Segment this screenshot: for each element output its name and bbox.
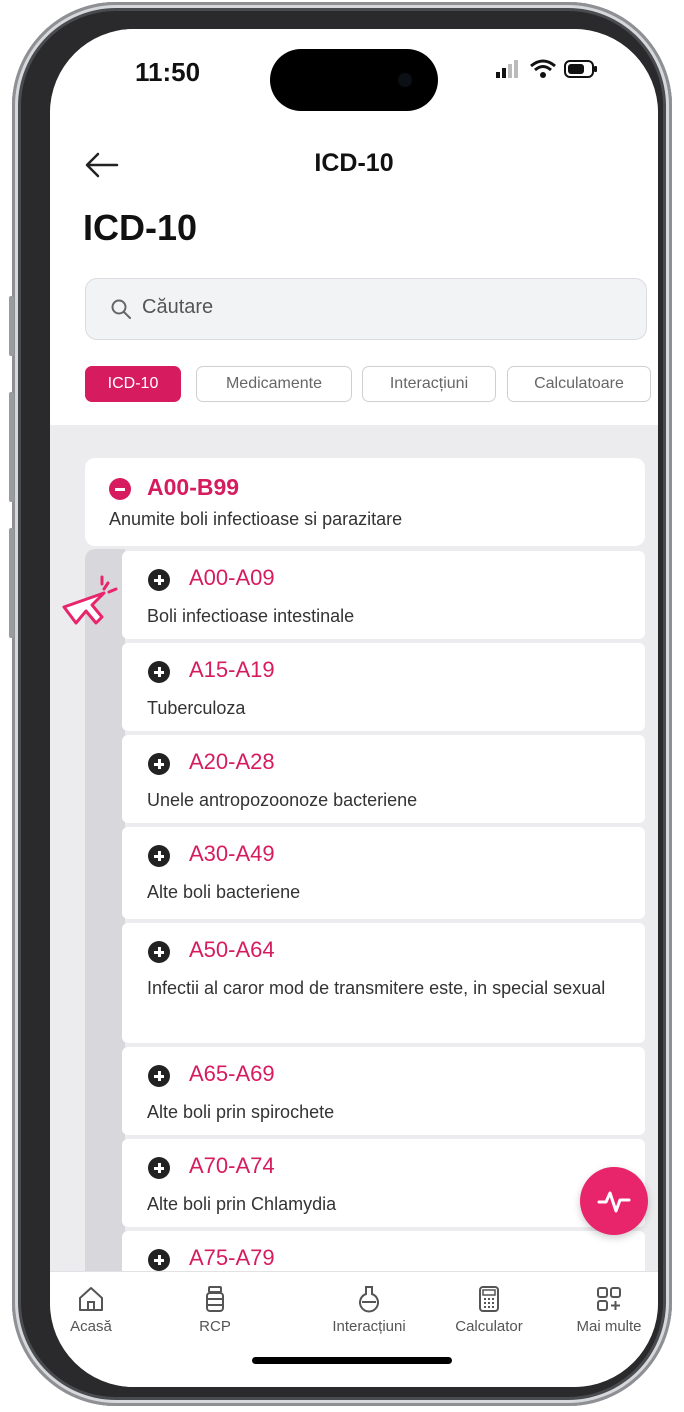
nesting-indicator (85, 549, 125, 1271)
tab-label: Interacțiuni (332, 1318, 406, 1335)
status-icons (496, 59, 598, 79)
pointer-cursor-icon (62, 575, 118, 625)
list-item[interactable]: A00-A09 Boli infectioase intestinale (122, 551, 645, 639)
pill-bottle-icon (206, 1286, 224, 1312)
collapse-icon[interactable] (109, 478, 131, 500)
item-code: A00-A09 (189, 565, 275, 590)
camera-icon (398, 73, 412, 87)
search-input[interactable]: Căutare (85, 278, 647, 340)
group-header[interactable]: A00-B99 Anumite boli infectioase si para… (85, 458, 645, 546)
item-description: Boli infectioase intestinale (147, 606, 355, 626)
list-item[interactable]: A15-A19 Tuberculoza (122, 643, 645, 731)
pulse-fab-button[interactable] (580, 1167, 648, 1235)
expand-icon[interactable] (148, 941, 170, 963)
item-description: Unele antropozoonoze bacteriene (147, 790, 418, 810)
dynamic-island (270, 49, 438, 111)
item-description: Infectii al caror mod de transmitere est… (147, 978, 606, 998)
item-code: A30-A49 (189, 841, 275, 866)
item-description: Alte boli prin Chlamydia (147, 1194, 337, 1214)
tab-label: Acasă (70, 1318, 112, 1335)
item-description: Alte boli bacteriene (147, 882, 301, 902)
home-icon (79, 1287, 103, 1311)
nav-title: ICD-10 (314, 149, 394, 177)
expand-icon[interactable] (148, 1065, 170, 1087)
item-code: A50-A64 (189, 937, 275, 962)
tab-calculator[interactable]: Calculator (434, 1284, 544, 1335)
tab-interactiuni[interactable]: Interacțiuni (314, 1284, 424, 1335)
home-indicator (252, 1357, 452, 1364)
list-item[interactable]: A70-A74 Alte boli prin Chlamydia (122, 1139, 645, 1227)
volume-down-button (9, 528, 14, 638)
item-code: A15-A19 (189, 657, 275, 682)
tab-rcp[interactable]: RCP (160, 1284, 270, 1335)
item-description: Alte boli prin spirochete (147, 1102, 335, 1122)
group-code: A00-B99 (147, 474, 240, 500)
group-description: Anumite boli infectioase si parazitare (109, 509, 403, 529)
icd-list: A00-B99 Anumite boli infectioase si para… (50, 425, 658, 1291)
battery-icon (564, 60, 597, 78)
item-code: A75-A79 (189, 1245, 275, 1270)
volume-up-button (9, 392, 14, 502)
expand-icon[interactable] (148, 661, 170, 683)
expand-icon[interactable] (148, 1249, 170, 1271)
page-title: ICD-10 (83, 207, 198, 248)
list-item[interactable]: A65-A69 Alte boli prin spirochete (122, 1047, 645, 1135)
list-item[interactable]: A20-A28 Unele antropozoonoze bacteriene (122, 735, 645, 823)
search-placeholder: Căutare (142, 296, 214, 318)
phone-frame: 11:50 ICD-10 ICD-10 Căutare ICD-10 Medic… (12, 2, 672, 1406)
expand-icon[interactable] (148, 569, 170, 591)
wifi-icon (530, 59, 556, 78)
header-area: 11:50 ICD-10 ICD-10 Căutare ICD-10 Medic… (50, 29, 658, 425)
calculator-icon (479, 1286, 499, 1312)
tab-label: Mai multe (576, 1318, 642, 1335)
item-description: Tuberculoza (147, 698, 246, 718)
grid-plus-icon (597, 1287, 621, 1311)
signal-icon (496, 60, 518, 78)
tab-acasa[interactable]: Acasă (50, 1284, 146, 1335)
pulse-icon (597, 1191, 631, 1213)
item-code: A65-A69 (189, 1061, 275, 1086)
flask-icon (359, 1286, 379, 1313)
list-item[interactable]: A50-A64 Infectii al caror mod de transmi… (122, 923, 645, 1043)
expand-icon[interactable] (148, 1157, 170, 1179)
item-code: A70-A74 (189, 1153, 275, 1178)
item-code: A20-A28 (189, 749, 275, 774)
screen: 11:50 ICD-10 ICD-10 Căutare ICD-10 Medic… (50, 29, 658, 1387)
side-button (9, 296, 14, 356)
expand-icon[interactable] (148, 845, 170, 867)
status-time: 11:50 (135, 57, 201, 87)
tab-label: RCP (199, 1318, 231, 1335)
chip-icd10[interactable]: ICD-10 (85, 366, 181, 402)
chip-interactiuni[interactable]: Interacțiuni (362, 366, 496, 402)
bottom-tab-bar: Acasă RCP Interacțiuni Calculator Mai mu… (50, 1271, 658, 1387)
search-icon (111, 299, 131, 319)
chip-medicamente[interactable]: Medicamente (196, 366, 352, 402)
filter-chips: ICD-10 Medicamente Interacțiuni Calculat… (50, 366, 658, 402)
list-item[interactable]: A30-A49 Alte boli bacteriene (122, 827, 645, 919)
chip-calculatoare[interactable]: Calculatoare (507, 366, 651, 402)
expand-icon[interactable] (148, 753, 170, 775)
tab-mai-multe[interactable]: Mai multe (554, 1284, 658, 1335)
tab-label: Calculator (455, 1318, 523, 1335)
